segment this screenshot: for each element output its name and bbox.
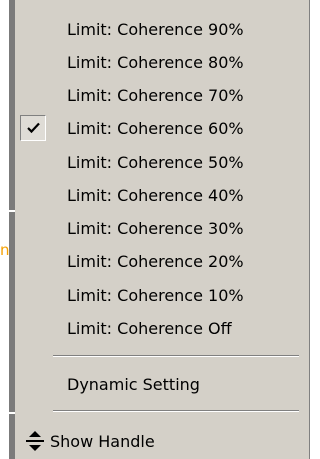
menu-item-dynamic-setting[interactable]: Dynamic Setting xyxy=(15,367,307,401)
menu-item-limit-coherence-30[interactable]: Limit: Coherence 30% xyxy=(15,211,307,245)
menu-item-limit-coherence-50[interactable]: Limit: Coherence 50% xyxy=(15,145,307,179)
menu-item-label: Limit: Coherence 80% xyxy=(67,52,244,72)
background-partial-text: n xyxy=(0,241,10,259)
menu-item-limit-coherence-60[interactable]: Limit: Coherence 60% xyxy=(15,111,307,145)
background-tick xyxy=(0,412,15,414)
menu-item-limit-coherence-off[interactable]: Limit: Coherence Off xyxy=(15,311,307,345)
background-tick xyxy=(0,210,15,212)
menu-item-limit-coherence-40[interactable]: Limit: Coherence 40% xyxy=(15,178,307,212)
menu-item-label: Show Handle xyxy=(50,431,155,451)
menu-item-limit-coherence-10[interactable]: Limit: Coherence 10% xyxy=(15,278,307,312)
resize-vertical-icon xyxy=(25,430,45,452)
menu-item-label: Limit: Coherence 50% xyxy=(67,152,244,172)
menu-item-limit-coherence-80[interactable]: Limit: Coherence 80% xyxy=(15,45,307,79)
menu-item-label: Limit: Coherence 70% xyxy=(67,85,244,105)
menu-separator xyxy=(53,355,299,357)
menu-item-limit-coherence-20[interactable]: Limit: Coherence 20% xyxy=(15,244,307,278)
checkmark-icon xyxy=(20,115,46,141)
menu-item-limit-coherence-70[interactable]: Limit: Coherence 70% xyxy=(15,78,307,112)
menu-item-label: Limit: Coherence 90% xyxy=(67,19,244,39)
menu-item-label: Limit: Coherence 60% xyxy=(67,118,244,138)
menu-item-label: Limit: Coherence 10% xyxy=(67,285,244,305)
menu-item-label: Limit: Coherence 20% xyxy=(67,251,244,271)
context-menu: Limit: Coherence 90% Limit: Coherence 80… xyxy=(15,0,310,459)
menu-item-label: Limit: Coherence 40% xyxy=(67,185,244,205)
menu-item-label: Limit: Coherence 30% xyxy=(67,218,244,238)
menu-item-label: Limit: Coherence Off xyxy=(67,318,232,338)
menu-item-label: Dynamic Setting xyxy=(67,374,200,394)
menu-separator xyxy=(53,410,299,412)
menu-item-show-handle[interactable]: Show Handle xyxy=(15,424,307,458)
menu-item-limit-coherence-90[interactable]: Limit: Coherence 90% xyxy=(15,12,307,46)
